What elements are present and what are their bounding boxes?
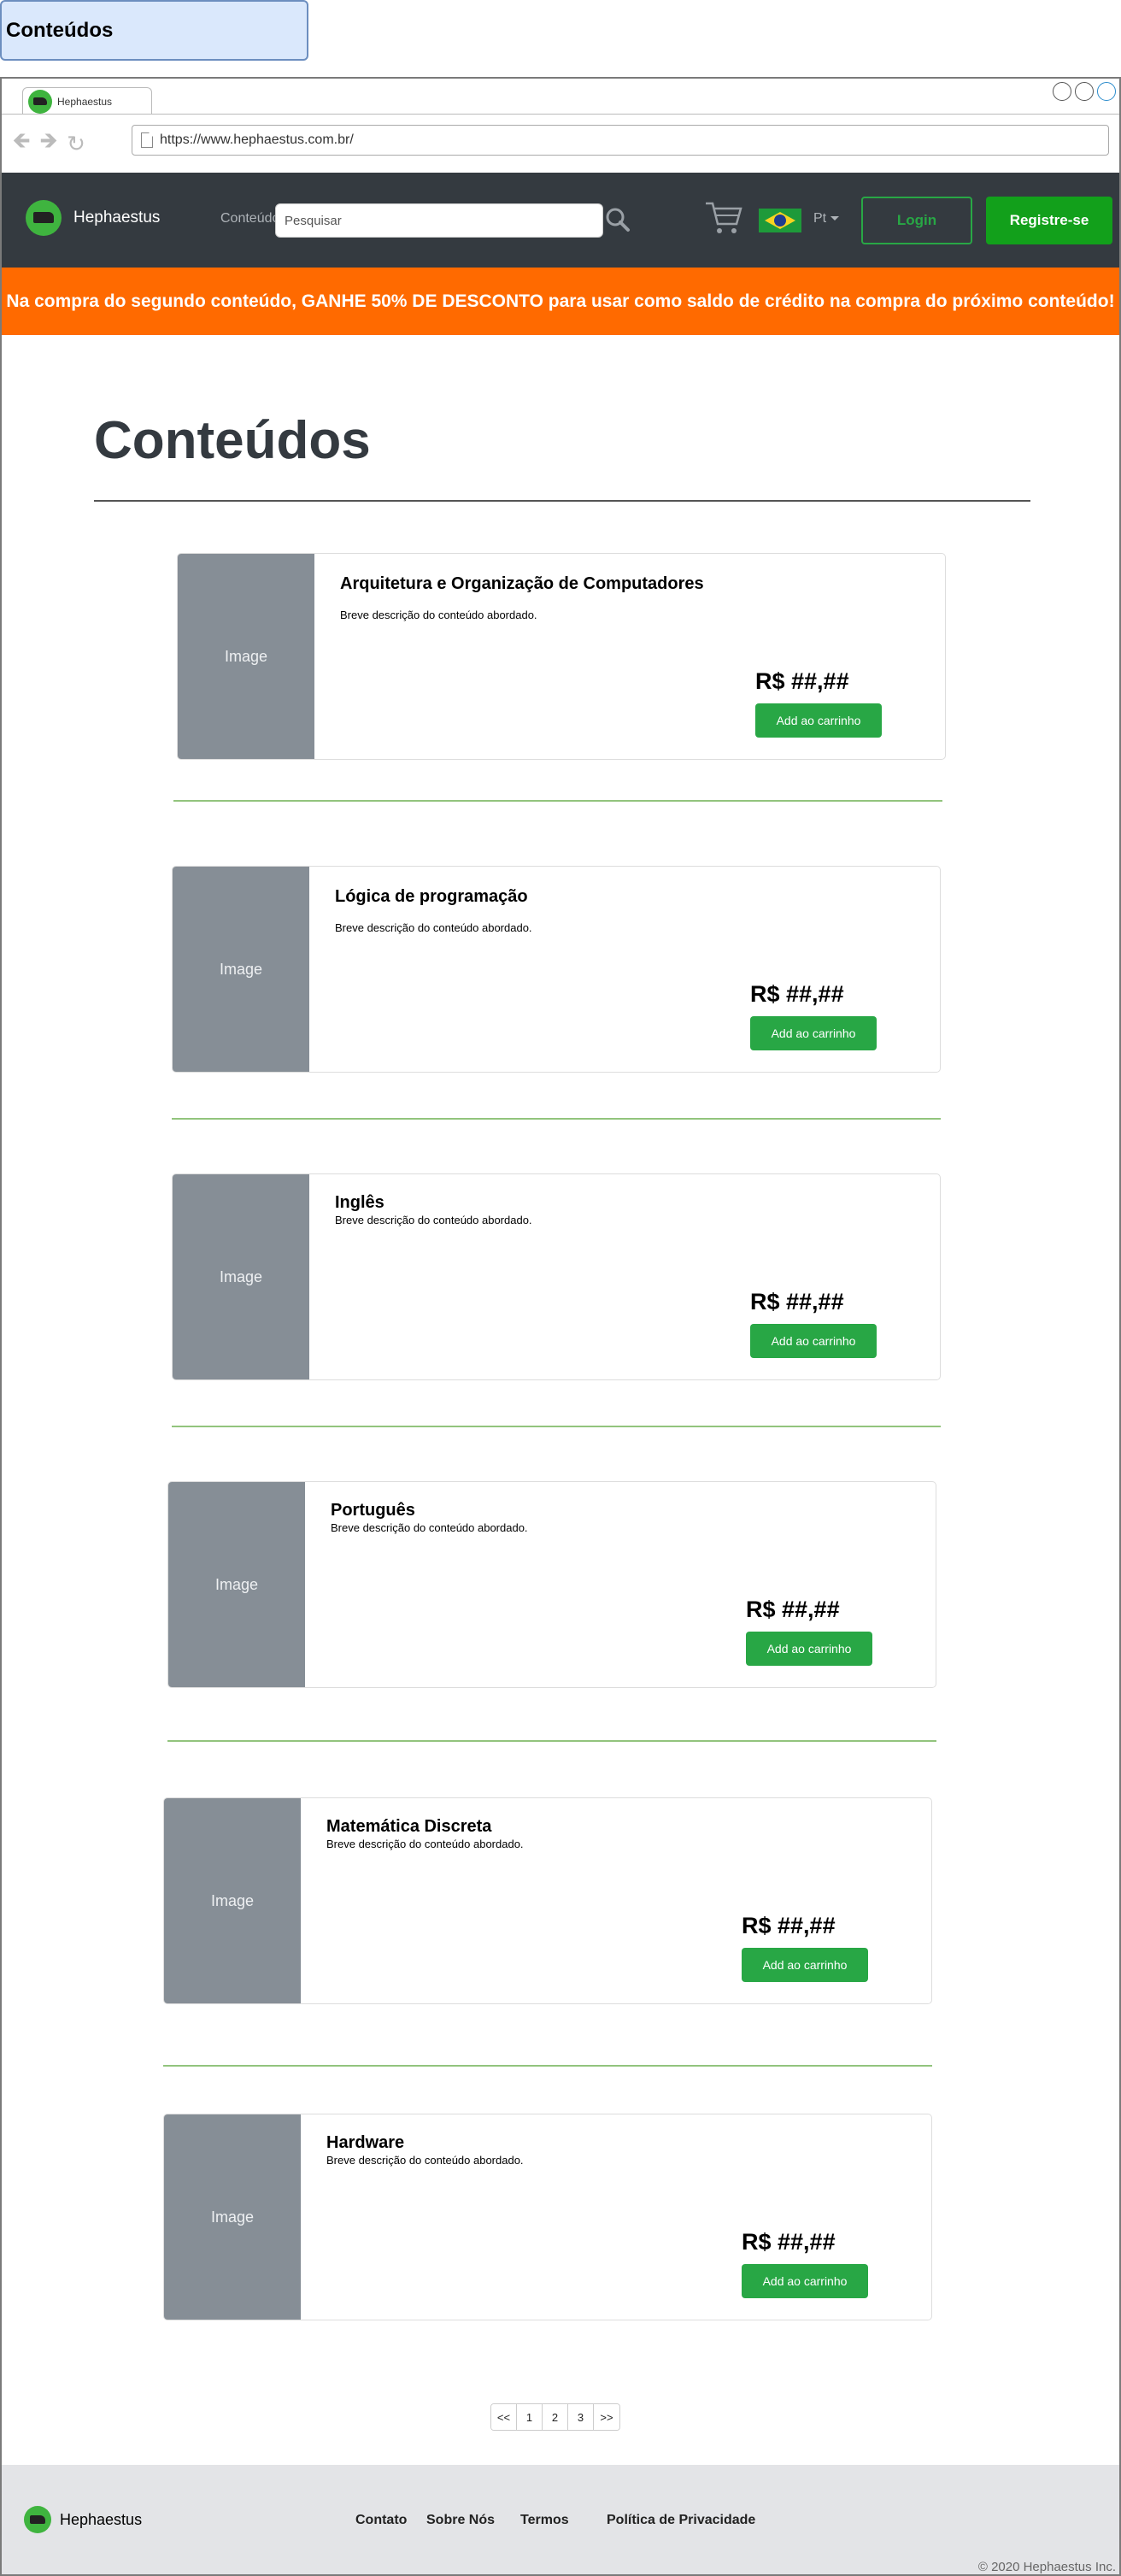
pagination-page-3[interactable]: 3: [568, 2404, 594, 2430]
add-to-cart-button[interactable]: Add ao carrinho: [750, 1016, 877, 1050]
page-label: Conteúdos: [0, 0, 308, 61]
language-dropdown[interactable]: Pt: [813, 211, 840, 226]
navbar-brand[interactable]: Hephaestus: [26, 200, 160, 236]
footer-link-sobre-nos[interactable]: Sobre Nós: [426, 2513, 495, 2528]
card-price: R$ ##,##: [750, 1289, 844, 1314]
site-navbar: Hephaestus Conteúdos Pesquisar Pt Login …: [2, 173, 1119, 268]
card-divider: [163, 2065, 932, 2067]
content-card: Image Lógica de programação Breve descri…: [172, 866, 941, 1073]
logo-anvil-icon: [24, 2506, 51, 2533]
add-to-cart-button[interactable]: Add ao carrinho: [755, 703, 882, 738]
back-arrow-icon[interactable]: 🡸: [10, 125, 32, 162]
content-card: Image Matemática Discreta Breve descriçã…: [163, 1797, 932, 2004]
site-footer: Hephaestus Contato Sobre Nós Termos Polí…: [2, 2465, 1119, 2574]
copyright: © 2020 Hephaestus Inc.: [977, 2560, 1116, 2574]
card-title[interactable]: Arquitetura e Organização de Computadore…: [340, 574, 704, 594]
add-to-cart-button[interactable]: Add ao carrinho: [742, 2264, 868, 2298]
window-controls: [1053, 82, 1116, 101]
card-image-placeholder: Image: [173, 1174, 309, 1379]
card-image-placeholder: Image: [173, 867, 309, 1072]
language-label: Pt: [813, 211, 827, 226]
pagination-first[interactable]: <<: [491, 2404, 517, 2430]
footer-brand[interactable]: Hephaestus: [24, 2506, 142, 2533]
browser-tab-title: Hephaestus: [57, 95, 113, 108]
search-placeholder: Pesquisar: [285, 213, 342, 228]
card-description: Breve descrição do conteúdo abordado.: [326, 1838, 524, 1850]
card-image-placeholder: Image: [164, 1798, 301, 2003]
pagination: << 1 2 3 >>: [490, 2403, 620, 2431]
brazil-flag-icon[interactable]: [759, 209, 801, 232]
card-price: R$ ##,##: [742, 2229, 836, 2255]
card-title[interactable]: Inglês: [335, 1193, 384, 1213]
card-description: Breve descrição do conteúdo abordado.: [331, 1521, 528, 1534]
brand-name: Hephaestus: [73, 209, 161, 226]
page-title: Conteúdos: [94, 411, 371, 470]
content-card: Image Arquitetura e Organização de Compu…: [177, 553, 946, 760]
title-divider: [94, 500, 1030, 502]
footer-brand-name: Hephaestus: [60, 2510, 143, 2528]
minimize-window-icon[interactable]: [1053, 82, 1071, 101]
logo-anvil-icon: [26, 200, 62, 236]
card-title[interactable]: Matemática Discreta: [326, 1817, 491, 1837]
add-to-cart-button[interactable]: Add ao carrinho: [742, 1948, 868, 1982]
page-label-text: Conteúdos: [6, 19, 114, 42]
card-divider: [167, 1740, 936, 1742]
browser-window: Hephaestus 🡸 🡺 ↻ https://www.hephaestus.…: [0, 77, 1121, 2576]
close-window-icon[interactable]: [1097, 82, 1116, 101]
page-icon: [141, 132, 153, 148]
chevron-down-icon: [830, 216, 840, 221]
card-description: Breve descrição do conteúdo abordado.: [340, 609, 537, 621]
card-price: R$ ##,##: [742, 1913, 836, 1938]
search-icon[interactable]: [605, 207, 631, 232]
card-description: Breve descrição do conteúdo abordado.: [335, 921, 532, 934]
register-button[interactable]: Registre-se: [986, 197, 1112, 244]
pagination-page-1[interactable]: 1: [517, 2404, 543, 2430]
card-image-placeholder: Image: [168, 1482, 305, 1687]
address-bar-url: https://www.hephaestus.com.br/: [160, 132, 354, 147]
maximize-window-icon[interactable]: [1075, 82, 1094, 101]
promo-banner: Na compra do segundo conteúdo, GANHE 50%…: [2, 268, 1119, 335]
forward-arrow-icon[interactable]: 🡺: [38, 125, 60, 162]
cart-icon[interactable]: [704, 198, 743, 236]
content-card: Image Português Breve descrição do conte…: [167, 1481, 936, 1688]
card-image-placeholder: Image: [178, 554, 314, 759]
content-card: Image Inglês Breve descrição do conteúdo…: [172, 1173, 941, 1380]
footer-link-privacidade[interactable]: Política de Privacidade: [607, 2513, 755, 2528]
content-card: Image Hardware Breve descrição do conteú…: [163, 2114, 932, 2320]
pagination-page-2[interactable]: 2: [543, 2404, 568, 2430]
pagination-last[interactable]: >>: [594, 2404, 619, 2430]
login-button[interactable]: Login: [861, 197, 972, 244]
card-description: Breve descrição do conteúdo abordado.: [335, 1214, 532, 1226]
add-to-cart-button[interactable]: Add ao carrinho: [750, 1324, 877, 1358]
address-bar[interactable]: https://www.hephaestus.com.br/: [132, 125, 1109, 156]
card-divider: [172, 1118, 941, 1120]
card-description: Breve descrição do conteúdo abordado.: [326, 2154, 524, 2167]
card-divider: [173, 800, 942, 802]
card-price: R$ ##,##: [755, 668, 849, 694]
card-title[interactable]: Lógica de programação: [335, 887, 528, 907]
reload-icon[interactable]: ↻: [65, 131, 87, 157]
browser-tab[interactable]: Hephaestus: [22, 87, 152, 115]
footer-link-termos[interactable]: Termos: [520, 2513, 569, 2528]
add-to-cart-button[interactable]: Add ao carrinho: [746, 1632, 872, 1666]
favicon-anvil-icon: [28, 89, 52, 114]
search-input[interactable]: Pesquisar: [275, 203, 603, 238]
card-image-placeholder: Image: [164, 2114, 301, 2320]
card-price: R$ ##,##: [750, 981, 844, 1007]
card-title[interactable]: Hardware: [326, 2133, 404, 2153]
card-divider: [172, 1426, 941, 1427]
card-title[interactable]: Português: [331, 1501, 415, 1520]
card-price: R$ ##,##: [746, 1597, 840, 1622]
footer-link-contato[interactable]: Contato: [355, 2513, 407, 2528]
